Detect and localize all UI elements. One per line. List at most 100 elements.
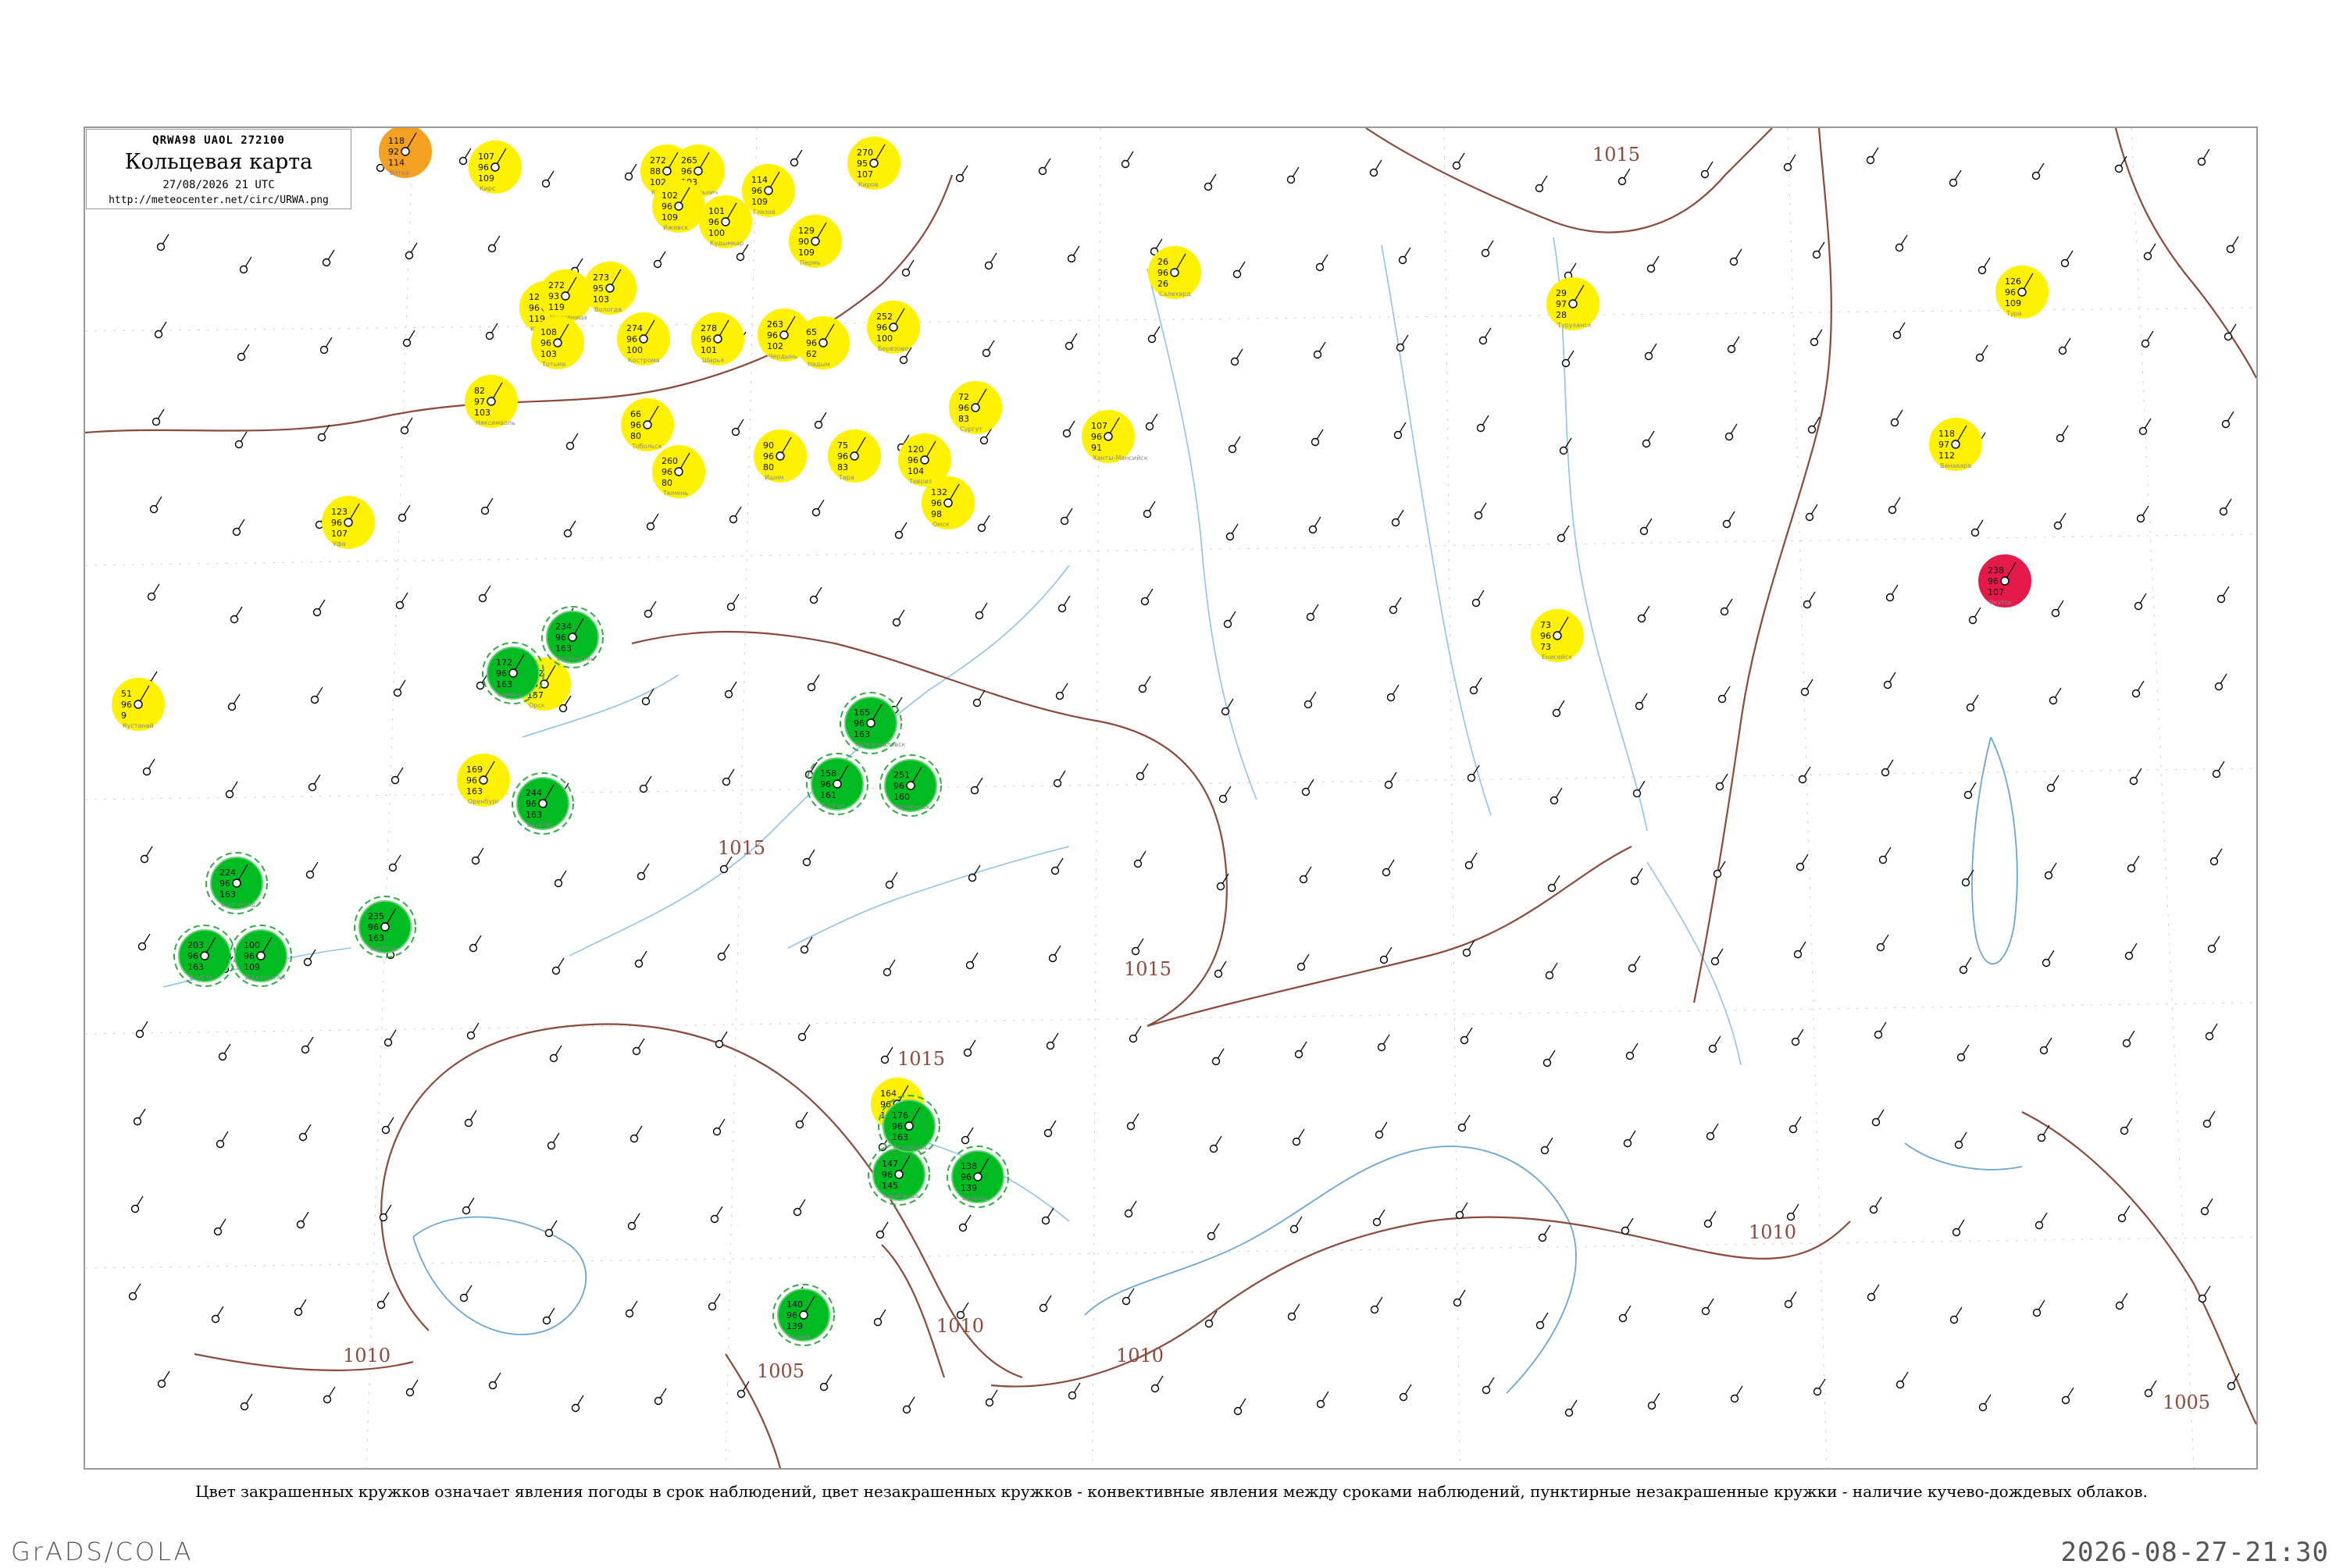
station-marker[interactable]	[381, 1117, 394, 1135]
station-marker[interactable]	[1869, 1196, 1882, 1214]
station-marker[interactable]	[1552, 700, 1565, 718]
station-marker[interactable]	[1038, 158, 1051, 176]
station-marker[interactable]	[2031, 162, 2045, 180]
station[interactable]: 17296163Самара	[482, 642, 544, 704]
station-marker[interactable]	[1455, 1202, 1468, 1220]
station-marker[interactable]	[1637, 605, 1650, 623]
station-marker[interactable]	[961, 1127, 974, 1145]
station-marker[interactable]	[819, 1374, 833, 1392]
station-marker[interactable]	[1724, 423, 1738, 441]
station-marker[interactable]	[1050, 857, 1064, 875]
station-marker[interactable]	[1055, 682, 1068, 700]
station-marker[interactable]	[1372, 1209, 1385, 1227]
station-marker[interactable]	[2224, 323, 2237, 341]
station-marker[interactable]	[2205, 1023, 2218, 1041]
station-marker[interactable]	[1949, 169, 1962, 187]
station-marker[interactable]	[2144, 1380, 2157, 1398]
station-marker[interactable]	[710, 1206, 723, 1224]
station-marker[interactable]	[2060, 250, 2074, 268]
station-marker[interactable]	[793, 1199, 806, 1217]
station-marker[interactable]	[1646, 255, 1660, 273]
station-marker[interactable]	[296, 1211, 309, 1229]
station-marker[interactable]	[541, 170, 555, 188]
station-marker[interactable]	[323, 1386, 336, 1404]
station-marker[interactable]	[1625, 1042, 1639, 1060]
station-marker[interactable]	[319, 337, 333, 355]
station[interactable]: 14796145Караганда	[868, 1143, 930, 1206]
station-marker[interactable]	[232, 519, 245, 536]
station[interactable]: 10196100 Кудымкар	[699, 195, 752, 248]
station-marker[interactable]	[790, 149, 803, 167]
station-marker[interactable]	[1628, 955, 1641, 973]
station-marker[interactable]	[653, 251, 666, 269]
station-marker[interactable]	[1457, 1114, 1471, 1132]
station-marker[interactable]	[2134, 593, 2147, 611]
station-marker[interactable]	[634, 950, 647, 968]
station-marker[interactable]	[729, 506, 742, 524]
station-marker[interactable]	[955, 165, 968, 183]
station-marker[interactable]	[1067, 245, 1080, 263]
station[interactable]: 22496163Волгоград	[205, 852, 268, 914]
station-marker[interactable]	[1129, 1025, 1142, 1043]
station-marker[interactable]	[1294, 1041, 1307, 1059]
station-marker[interactable]	[736, 244, 749, 262]
station-marker[interactable]	[2216, 586, 2230, 604]
station-marker[interactable]	[1545, 962, 1558, 980]
station-marker[interactable]	[469, 935, 482, 953]
station[interactable]: 27896101 Шарья	[691, 312, 744, 365]
station-marker[interactable]	[157, 1370, 170, 1388]
station-marker[interactable]	[984, 252, 997, 270]
station-marker[interactable]	[1460, 1027, 1473, 1045]
station-marker[interactable]	[1644, 343, 1657, 361]
station-marker[interactable]	[2044, 862, 2057, 880]
station-marker[interactable]	[1793, 941, 1806, 959]
station-marker[interactable]	[2037, 1124, 2050, 1142]
station-marker[interactable]	[230, 606, 243, 624]
station-marker[interactable]	[1313, 341, 1326, 359]
station-marker[interactable]	[639, 775, 652, 793]
station-marker[interactable]	[1805, 504, 1818, 522]
station-marker[interactable]	[1803, 591, 1816, 609]
station-marker[interactable]	[459, 1285, 473, 1303]
station-marker[interactable]	[1703, 1210, 1717, 1228]
station-marker[interactable]	[571, 1395, 584, 1413]
station[interactable]: 659662 Надым	[797, 316, 850, 369]
station-marker[interactable]	[1469, 677, 1482, 695]
station-marker[interactable]	[542, 1307, 555, 1325]
station-marker[interactable]	[1800, 679, 1813, 697]
station-marker[interactable]	[1791, 1028, 1804, 1046]
station-marker[interactable]	[970, 777, 983, 795]
station-marker[interactable]	[1978, 1394, 1992, 1412]
station-marker[interactable]	[2138, 418, 2152, 436]
station-marker[interactable]	[629, 1125, 643, 1143]
station-marker[interactable]	[1287, 1303, 1300, 1321]
station-marker[interactable]	[624, 163, 637, 181]
station-marker[interactable]	[1878, 846, 1892, 864]
station-marker[interactable]	[2122, 1030, 2135, 1048]
station-marker[interactable]	[2226, 236, 2239, 254]
station-marker[interactable]	[1647, 1392, 1660, 1410]
station-marker[interactable]	[1136, 763, 1149, 781]
station-marker[interactable]	[2056, 425, 2069, 443]
station[interactable]: 14096139 Гурьев	[772, 1284, 835, 1346]
station-marker[interactable]	[2046, 775, 2059, 793]
station-marker[interactable]	[2131, 680, 2145, 698]
station-marker[interactable]	[1557, 525, 1570, 543]
station-marker[interactable]	[1874, 1021, 1887, 1039]
station-marker[interactable]	[644, 600, 657, 618]
station-marker[interactable]	[1053, 770, 1066, 788]
station-marker[interactable]	[478, 585, 491, 603]
station-marker[interactable]	[1729, 248, 1742, 266]
station-marker[interactable]	[462, 1197, 475, 1215]
station[interactable]: 11496109Глазов	[742, 164, 795, 217]
station-marker[interactable]	[405, 1379, 419, 1397]
station-marker[interactable]	[227, 693, 241, 711]
station[interactable]: 1079691Ханты-Мансийск	[1082, 410, 1148, 463]
station-marker[interactable]	[985, 1389, 998, 1407]
station-marker[interactable]	[1977, 257, 1991, 275]
station-marker[interactable]	[1133, 850, 1147, 868]
station-marker[interactable]	[1228, 436, 1241, 454]
station-marker[interactable]	[1708, 1035, 1721, 1053]
station-marker[interactable]	[1952, 1219, 1965, 1237]
station-marker[interactable]	[1786, 1203, 1799, 1221]
